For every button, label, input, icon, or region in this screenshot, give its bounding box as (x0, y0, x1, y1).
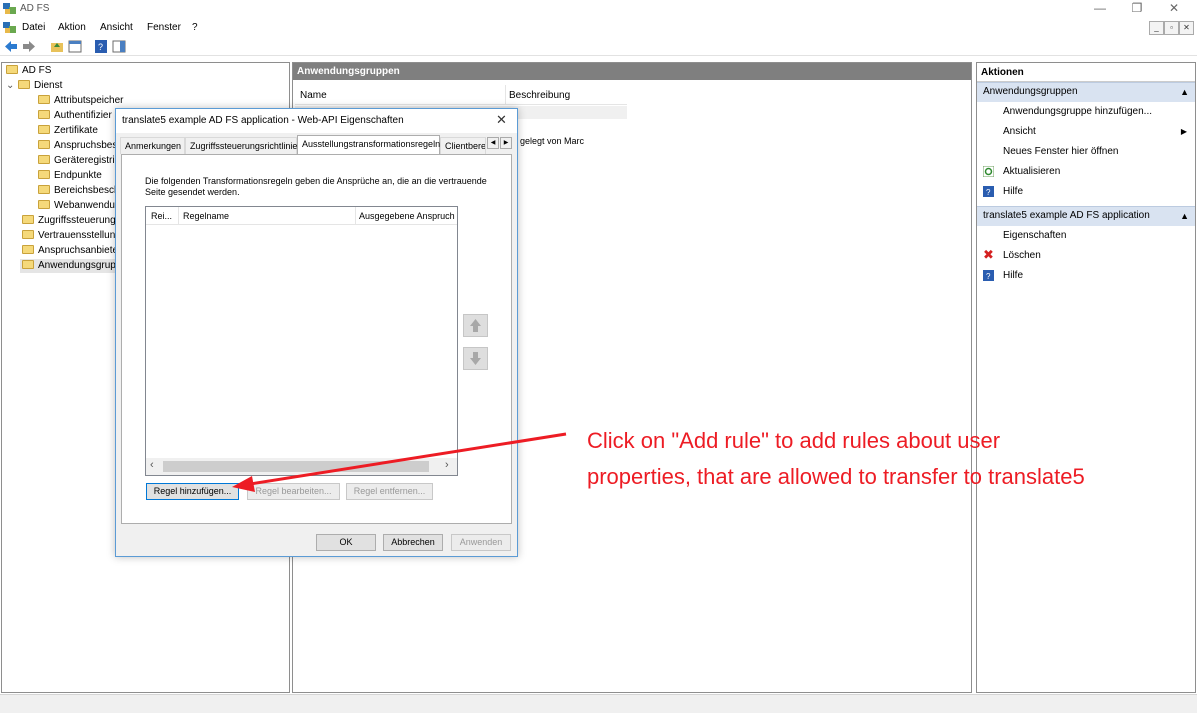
annotation-text: Click on "Add rule" to add rules about u… (587, 423, 1157, 495)
annotation-arrow (232, 432, 567, 492)
arrow-head-icon (232, 476, 255, 492)
annotation-line-1: Click on "Add rule" to add rules about u… (587, 428, 1001, 453)
annotation-line-2: properties, that are allowed to transfer… (587, 464, 1085, 489)
